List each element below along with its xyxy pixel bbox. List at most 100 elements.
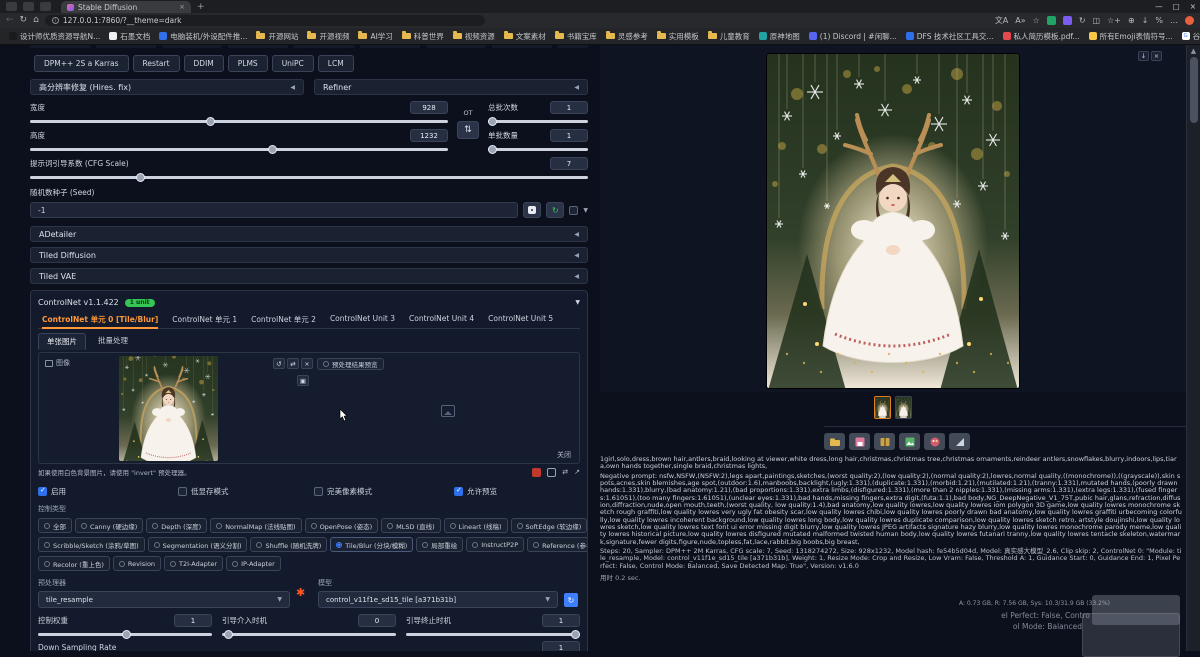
controlnet-input-image[interactable] bbox=[119, 356, 218, 461]
swap-dimensions-button[interactable]: ⇅ bbox=[457, 121, 479, 139]
guidance-start-value[interactable]: 0 bbox=[358, 614, 396, 627]
control-type-option[interactable]: OpenPose (姿态) bbox=[305, 518, 379, 533]
sampler-option[interactable]: Restart bbox=[133, 55, 180, 72]
extra-seed-checkbox[interactable] bbox=[569, 206, 578, 215]
input-mode-tab[interactable]: 单张图片 bbox=[38, 333, 86, 350]
output-action-button[interactable] bbox=[899, 433, 920, 450]
seed-input[interactable]: -1 bbox=[30, 202, 518, 218]
guidance-end-slider[interactable] bbox=[406, 633, 580, 636]
bookmark-item[interactable]: DFS 技术社区工具交... bbox=[903, 30, 997, 43]
output-action-button[interactable] bbox=[949, 433, 970, 450]
image-upload-area[interactable]: 图像 ↺ ⇄ × ▣ 预处理结果预览 关闭 bbox=[38, 352, 580, 464]
random-seed-button[interactable] bbox=[523, 202, 541, 218]
new-tab-icon[interactable]: + bbox=[197, 2, 205, 12]
output-action-button[interactable] bbox=[874, 433, 895, 450]
bookmark-item[interactable]: 文案素材 bbox=[501, 30, 549, 43]
aspect-lock-button[interactable]: OT bbox=[463, 109, 472, 117]
bookmark-item[interactable]: 视频资源 bbox=[450, 30, 498, 43]
batch-size-value[interactable]: 1 bbox=[550, 129, 588, 142]
refresh-models-icon[interactable]: ↻ bbox=[564, 593, 578, 607]
controlnet-unit-tab[interactable]: ControlNet 单元 0 [Tile/Blur] bbox=[42, 314, 158, 329]
history-icon[interactable]: ↻ bbox=[1079, 16, 1086, 25]
browser-tab[interactable]: Stable Diffusion × bbox=[61, 1, 191, 13]
height-slider[interactable] bbox=[30, 148, 448, 151]
minimize-icon[interactable]: — bbox=[1155, 2, 1163, 11]
model-dropdown[interactable]: control_v11f1e_sd15_tile [a371b31b] ▼ bbox=[318, 591, 558, 608]
controlnet-unit-tab[interactable]: ControlNet Unit 5 bbox=[488, 314, 553, 325]
control-weight-value[interactable]: 1 bbox=[174, 614, 212, 627]
cfg-slider[interactable] bbox=[30, 176, 588, 179]
bookmark-item[interactable]: (1) Discord | #闲聊... bbox=[806, 30, 900, 43]
url-bar[interactable]: i 127.0.0.1:7860/?__theme=dark bbox=[45, 15, 485, 26]
bookmark-item[interactable]: 原神地图 bbox=[756, 30, 803, 43]
controlnet-unit-tab[interactable]: ControlNet 单元 1 bbox=[172, 314, 237, 325]
bookmark-item[interactable]: 电脑装机/外设配件推... bbox=[156, 30, 250, 43]
scroll-up-icon[interactable]: ▲ bbox=[1187, 47, 1200, 55]
cfg-value[interactable]: 7 bbox=[550, 157, 588, 170]
input-mode-tab[interactable]: 批量处理 bbox=[90, 333, 136, 350]
control-type-option[interactable]: Lineart (线稿) bbox=[444, 518, 508, 533]
seed-extra-arrow-icon[interactable]: ▼ bbox=[583, 207, 588, 214]
browser-scrollbar[interactable]: ▲ bbox=[1186, 45, 1200, 651]
control-type-option[interactable]: MLSD (直线) bbox=[381, 518, 441, 533]
control-type-option[interactable]: Tile/Blur (分块/模糊) bbox=[330, 537, 413, 552]
control-type-option[interactable]: Canny (硬边缘) bbox=[75, 518, 143, 533]
sampler-option[interactable]: DPM++ 2S a Karras bbox=[34, 55, 129, 72]
bookmark-item[interactable]: 科普世界 bbox=[399, 30, 447, 43]
hires-fix-accordion[interactable]: 高分辨率修复 (Hires. fix) ◀ bbox=[30, 79, 304, 95]
control-type-option[interactable]: Reference (参考) bbox=[527, 537, 588, 552]
wallet-icon[interactable]: % bbox=[1155, 16, 1163, 25]
more-menu-icon[interactable]: … bbox=[1170, 16, 1178, 25]
extension-icon[interactable] bbox=[1063, 16, 1072, 25]
profile-icon[interactable] bbox=[6, 2, 17, 11]
downsampling-value[interactable]: 1 bbox=[542, 641, 580, 651]
control-type-option[interactable]: T2I-Adapter bbox=[164, 556, 223, 571]
copilot-icon[interactable] bbox=[1185, 16, 1194, 25]
tiled-vae-accordion[interactable]: Tiled VAE ◀ bbox=[30, 268, 588, 284]
workspace-icon[interactable] bbox=[23, 2, 34, 11]
controlnet-checkbox[interactable]: 启用 bbox=[38, 486, 178, 497]
close-icon[interactable]: × bbox=[1190, 2, 1196, 11]
output-action-button[interactable] bbox=[849, 433, 870, 450]
swap-icon[interactable]: ⇄ bbox=[287, 358, 299, 369]
bookmark-item[interactable]: 书籍宝库 bbox=[552, 30, 600, 43]
control-type-option[interactable]: Recolor (重上色) bbox=[38, 556, 110, 571]
webcam-icon[interactable]: ▣ bbox=[297, 375, 309, 386]
bookmark-item[interactable]: 实用模板 bbox=[654, 30, 702, 43]
controlnet-header[interactable]: ControlNet v1.1.422 1 unit ▼ bbox=[38, 295, 580, 310]
bookmark-item[interactable]: 儿童教育 bbox=[705, 30, 753, 43]
controlnet-unit-tab[interactable]: ControlNet Unit 3 bbox=[330, 314, 395, 325]
gallery-thumbnail[interactable] bbox=[874, 396, 891, 419]
back-icon[interactable]: ← bbox=[6, 16, 14, 25]
control-type-option[interactable]: NormalMap (法线贴图) bbox=[210, 518, 301, 533]
generated-image[interactable] bbox=[767, 54, 1019, 388]
control-type-option[interactable]: 局部重绘 bbox=[416, 537, 463, 552]
reuse-seed-button[interactable]: ↻ bbox=[546, 202, 564, 218]
guidance-end-value[interactable]: 1 bbox=[542, 614, 580, 627]
home-icon[interactable]: ⌂ bbox=[33, 16, 39, 25]
gallery-thumbnail[interactable] bbox=[895, 396, 912, 419]
mirror-icon[interactable]: ⇄ bbox=[562, 468, 568, 476]
height-value[interactable]: 1232 bbox=[410, 129, 448, 142]
expand-icon[interactable]: ↗ bbox=[574, 468, 580, 476]
maximize-icon[interactable]: □ bbox=[1173, 2, 1180, 11]
control-type-option[interactable]: IP-Adapter bbox=[226, 556, 281, 571]
split-screen-icon[interactable]: ◫ bbox=[1093, 16, 1101, 25]
download-image-icon[interactable]: ↓ bbox=[1138, 51, 1149, 61]
scrollbar-thumb[interactable] bbox=[1190, 57, 1198, 123]
refiner-accordion[interactable]: Refiner ◀ bbox=[314, 79, 588, 95]
control-type-option[interactable]: SoftEdge (软边缘) bbox=[511, 518, 588, 533]
downloads-icon[interactable]: ↓ bbox=[1142, 16, 1149, 25]
control-type-option[interactable]: InstructP2P bbox=[466, 537, 524, 552]
output-action-button[interactable] bbox=[824, 433, 845, 450]
preprocessor-preview-chip[interactable]: 预处理结果预览 bbox=[317, 358, 384, 370]
guidance-start-slider[interactable] bbox=[222, 633, 396, 636]
favorite-star-icon[interactable]: ☆ bbox=[1033, 16, 1040, 25]
tab-search-icon[interactable] bbox=[40, 2, 51, 11]
sampler-option[interactable]: DDIM bbox=[184, 55, 224, 72]
bookmark-item[interactable]: 开源网站 bbox=[253, 30, 301, 43]
bookmark-item[interactable]: G谷歌翻译 Google... bbox=[1179, 30, 1200, 43]
control-type-option[interactable]: Revision bbox=[113, 556, 161, 571]
controlnet-checkbox[interactable]: 低显存模式 bbox=[178, 486, 314, 497]
sampler-option[interactable]: UniPC bbox=[272, 55, 314, 72]
